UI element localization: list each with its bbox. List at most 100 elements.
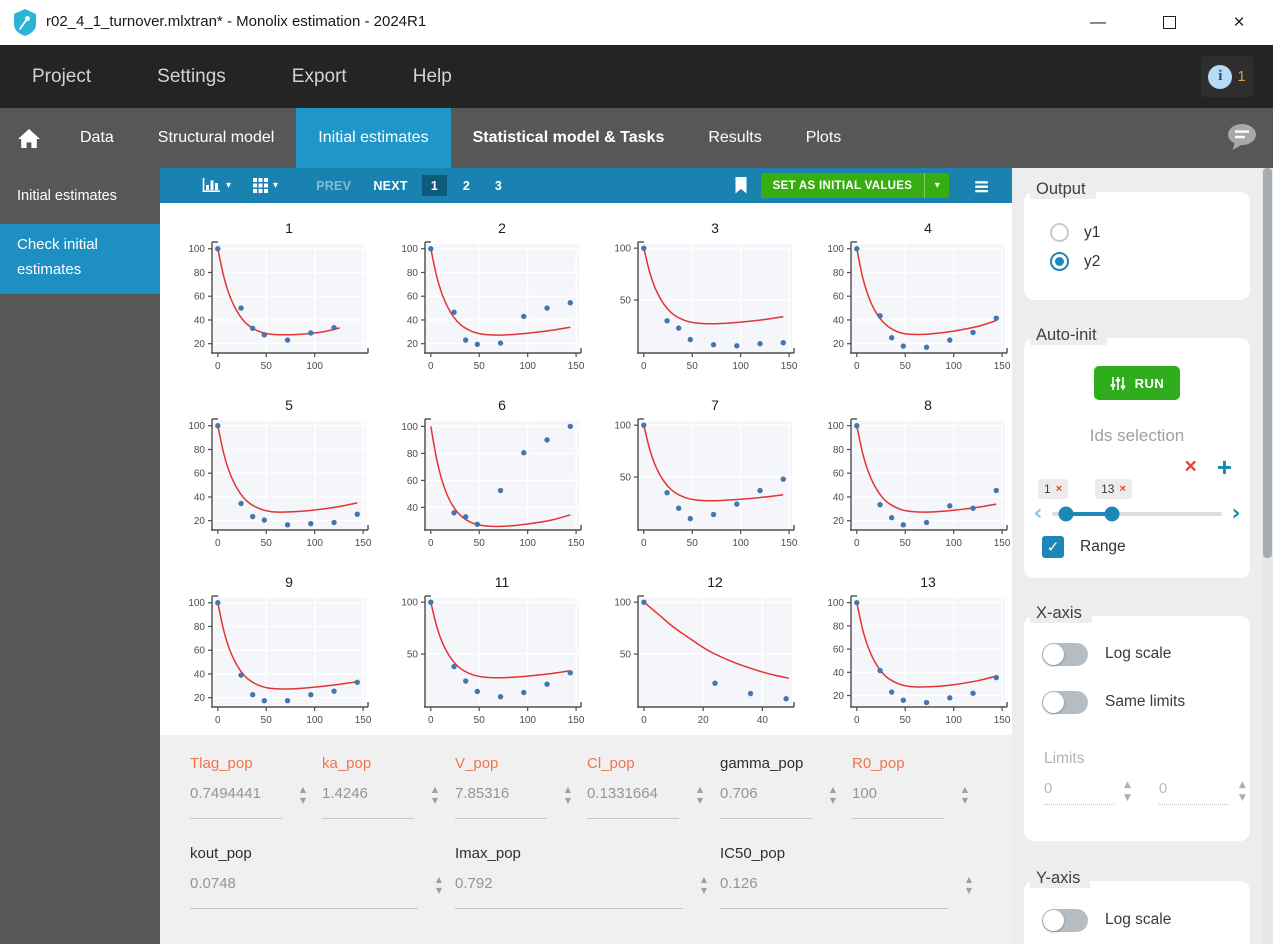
stepper-down-icon[interactable]: ▼: [701, 887, 707, 895]
scrollbar-thumb[interactable]: [1263, 168, 1272, 558]
stepper-up-icon[interactable]: ▲: [432, 786, 438, 794]
slider-handle-max[interactable]: [1104, 506, 1119, 522]
page-button-3[interactable]: 3: [486, 175, 511, 196]
param-input-kout-pop[interactable]: [190, 875, 418, 892]
stepper-up-icon[interactable]: ▲: [1124, 781, 1131, 790]
stepper-up-icon[interactable]: ▲: [300, 786, 306, 794]
menu-item-settings[interactable]: Settings: [157, 66, 226, 88]
limit-stepper[interactable]: ▲ ▼: [1124, 781, 1131, 803]
stepper-down-icon[interactable]: ▼: [966, 887, 972, 895]
limit-stepper[interactable]: ▲ ▼: [1239, 781, 1246, 803]
toggle-log-scale[interactable]: [1042, 908, 1088, 932]
stepper-down-icon[interactable]: ▼: [300, 797, 306, 805]
sidebar-item-check-initial-estimates[interactable]: Check initial estimates: [0, 224, 160, 294]
param-stepper[interactable]: ▲ ▼: [962, 786, 968, 805]
tab-initial-estimates[interactable]: Initial estimates: [296, 108, 451, 168]
tab-results[interactable]: Results: [686, 108, 783, 168]
set-as-initial-values-button[interactable]: SET AS INITIAL VALUES ▾: [760, 173, 950, 198]
minimize-button[interactable]: —: [1075, 0, 1121, 45]
page-button-2[interactable]: 2: [454, 175, 479, 196]
page-button-1[interactable]: 1: [421, 175, 447, 196]
param-input-ic50-pop[interactable]: [720, 875, 948, 892]
toggle-log-scale[interactable]: [1042, 642, 1088, 666]
plot-cell-3[interactable]: 3 50 100 0 50 100 150: [586, 203, 799, 380]
slider-right-chevron-icon[interactable]: ›: [1227, 503, 1245, 525]
plot-cell-7[interactable]: 7 50 100 0 50 100 150: [586, 380, 799, 557]
plot-cell-12[interactable]: 12 50 100 0 20 40: [586, 557, 799, 734]
toggle-same-limits[interactable]: [1042, 690, 1088, 714]
plot-cell-8[interactable]: 8 20 40 60 80 100 0 50 100 150: [799, 380, 1012, 557]
param-stepper[interactable]: ▲ ▼: [697, 786, 703, 805]
param-stepper[interactable]: ▲ ▼: [300, 786, 306, 805]
add-id-icon[interactable]: +: [1217, 454, 1232, 480]
tab-data[interactable]: Data: [58, 108, 136, 168]
plot-cell-2[interactable]: 2 20 40 60 80 100 0 50 100 150: [373, 203, 586, 380]
id-chip-1[interactable]: 1 ×: [1038, 479, 1069, 499]
stepper-up-icon[interactable]: ▲: [701, 876, 707, 884]
comments-icon[interactable]: [1226, 123, 1258, 157]
plot-type-selector[interactable]: ▾: [202, 178, 231, 193]
menu-item-help[interactable]: Help: [413, 66, 452, 88]
param-stepper[interactable]: ▲ ▼: [701, 876, 707, 895]
param-stepper[interactable]: ▲ ▼: [830, 786, 836, 805]
x-limit-input-max[interactable]: [1158, 778, 1229, 805]
sidebar-item-initial-estimates[interactable]: Initial estimates: [0, 176, 160, 216]
home-tab[interactable]: [0, 108, 58, 168]
layout-selector[interactable]: ▾: [253, 178, 278, 193]
ids-range-slider[interactable]: [1052, 506, 1222, 522]
panel-scrollbar[interactable]: [1262, 168, 1273, 944]
menu-item-project[interactable]: Project: [32, 66, 91, 88]
stepper-up-icon[interactable]: ▲: [1239, 781, 1246, 790]
stepper-down-icon[interactable]: ▼: [697, 797, 703, 805]
radio-y1[interactable]: [1050, 223, 1069, 242]
radio-option-y2[interactable]: y2: [1050, 247, 1250, 276]
notification-badge[interactable]: i 1: [1201, 56, 1253, 97]
prev-page-button[interactable]: PREV: [316, 179, 351, 193]
range-checkbox[interactable]: ✓: [1042, 536, 1064, 558]
stepper-up-icon[interactable]: ▲: [436, 876, 442, 884]
stepper-down-icon[interactable]: ▼: [830, 797, 836, 805]
id-chip-13[interactable]: 13 ×: [1095, 479, 1132, 499]
plot-cell-4[interactable]: 4 20 40 60 80 100 0 50 100 150: [799, 203, 1012, 380]
radio-y2-selected[interactable]: [1050, 252, 1069, 271]
remove-ids-icon[interactable]: ×: [1185, 456, 1197, 477]
close-button[interactable]: ×: [1216, 0, 1262, 45]
slider-left-chevron-icon[interactable]: ‹: [1029, 503, 1047, 525]
bookmark-icon[interactable]: [734, 177, 748, 194]
run-button[interactable]: RUN: [1093, 366, 1181, 400]
plot-cell-13[interactable]: 13 20 40 60 80 100 0 50 100 150: [799, 557, 1012, 734]
param-input-imax-pop[interactable]: [455, 875, 683, 892]
plot-cell-1[interactable]: 1 20 40 60 80 100 0 50 100: [160, 203, 373, 380]
stepper-down-icon[interactable]: ▼: [1124, 794, 1131, 803]
tab-plots[interactable]: Plots: [784, 108, 864, 168]
param-input-gamma-pop[interactable]: [720, 785, 812, 802]
remove-chip-icon[interactable]: ×: [1056, 483, 1062, 495]
param-input-tlag-pop[interactable]: [190, 785, 282, 802]
param-stepper[interactable]: ▲ ▼: [432, 786, 438, 805]
plot-cell-11[interactable]: 11 50 100 0 50 100 150: [373, 557, 586, 734]
stepper-down-icon[interactable]: ▼: [436, 887, 442, 895]
tab-structural-model[interactable]: Structural model: [136, 108, 297, 168]
stepper-up-icon[interactable]: ▲: [962, 786, 968, 794]
stepper-up-icon[interactable]: ▲: [565, 786, 571, 794]
stepper-up-icon[interactable]: ▲: [697, 786, 703, 794]
plot-cell-9[interactable]: 9 20 40 60 80 100 0 50 100 150: [160, 557, 373, 734]
stepper-down-icon[interactable]: ▼: [565, 797, 571, 805]
param-stepper[interactable]: ▲ ▼: [565, 786, 571, 805]
stepper-down-icon[interactable]: ▼: [432, 797, 438, 805]
slider-handle-min[interactable]: [1058, 506, 1074, 522]
set-values-dropdown-caret[interactable]: ▾: [924, 173, 949, 198]
param-input-ka-pop[interactable]: [322, 785, 414, 802]
param-stepper[interactable]: ▲ ▼: [436, 876, 442, 895]
param-input-v-pop[interactable]: [455, 785, 547, 802]
stepper-up-icon[interactable]: ▲: [966, 876, 972, 884]
tab-statistical-model-tasks[interactable]: Statistical model & Tasks: [451, 108, 687, 168]
x-limit-input-min[interactable]: [1044, 778, 1114, 805]
stepper-up-icon[interactable]: ▲: [830, 786, 836, 794]
menu-item-export[interactable]: Export: [292, 66, 347, 88]
stepper-down-icon[interactable]: ▼: [962, 797, 968, 805]
next-page-button[interactable]: NEXT: [373, 179, 408, 193]
remove-chip-icon[interactable]: ×: [1119, 483, 1125, 495]
plot-menu-icon[interactable]: ≡: [973, 174, 990, 198]
plot-cell-5[interactable]: 5 20 40 60 80 100 0 50 100 150: [160, 380, 373, 557]
